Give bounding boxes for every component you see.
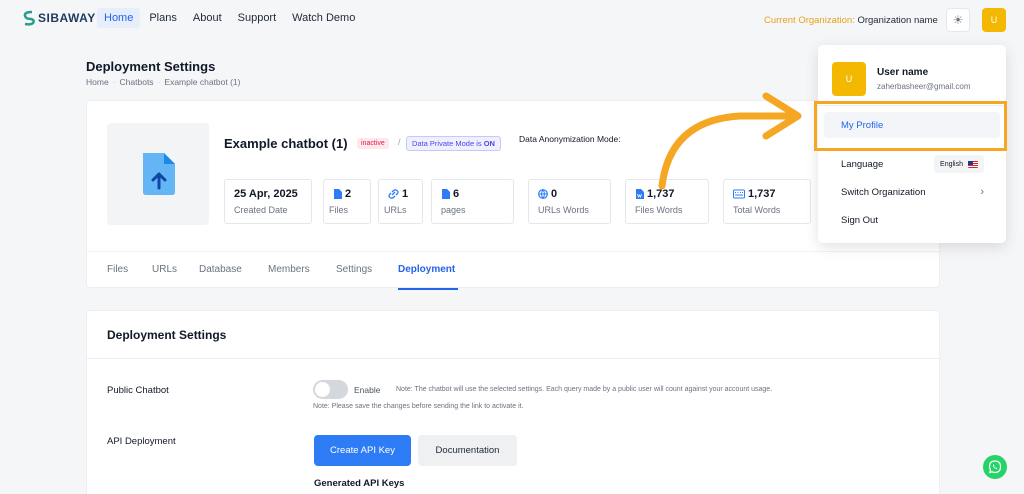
language-value: English — [940, 160, 963, 168]
breadcrumb-separator: · — [112, 77, 116, 87]
stat-value: 25 Apr, 2025 — [234, 188, 298, 200]
stat-caption: Total Words — [733, 205, 781, 215]
my-profile-highlight-box — [814, 101, 1007, 151]
main-nav: Home Plans About Support Watch Demo — [97, 8, 362, 28]
stat-files-words: 1,737 Files Words — [625, 179, 709, 224]
chatbot-name: Example chatbot (1) — [224, 136, 348, 151]
stat-caption: pages — [441, 205, 466, 215]
org-label: Current Organization: — [764, 15, 855, 26]
stat-value: 2 — [345, 188, 352, 200]
separator-slash: / — [398, 137, 401, 147]
deployment-settings-card: Deployment Settings Public Chatbot Enabl… — [86, 310, 941, 494]
menu-item-switch-organization[interactable]: Switch Organization › — [818, 179, 1006, 205]
documentation-button[interactable]: Documentation — [418, 435, 517, 466]
breadcrumb-home[interactable]: Home — [86, 77, 109, 87]
nav-watch-demo[interactable]: Watch Demo — [285, 8, 362, 28]
enable-label: Enable — [354, 385, 381, 395]
chatbot-thumbnail — [107, 123, 209, 225]
current-organization[interactable]: Current Organization: Organization name — [764, 15, 938, 26]
tab-urls[interactable]: URLs — [152, 264, 177, 275]
user-avatar-button[interactable]: U — [982, 8, 1006, 32]
link-icon — [388, 189, 399, 199]
menu-item-sign-out[interactable]: Sign Out — [818, 207, 1006, 233]
chevron-right-icon: › — [980, 186, 984, 198]
menu-item-language[interactable]: Language English — [818, 151, 1006, 177]
save-changes-note: Note: Please save the changes before sen… — [313, 403, 524, 410]
chatbot-overview-card: Example chatbot (1) inactive / Data Priv… — [86, 100, 941, 290]
stat-caption: Files Words — [635, 205, 683, 215]
stat-caption: Created Date — [234, 205, 288, 215]
page-title: Deployment Settings — [86, 59, 216, 74]
stat-value: 0 — [551, 188, 558, 200]
generated-api-keys-heading: Generated API Keys — [314, 478, 405, 489]
nav-home[interactable]: Home — [97, 8, 141, 28]
tab-deployment[interactable]: Deployment — [398, 264, 455, 275]
public-chatbot-label: Public Chatbot — [107, 385, 169, 396]
stat-caption: URLs Words — [538, 205, 589, 215]
file-upload-icon — [143, 153, 175, 195]
user-email: zaherbasheer@gmail.com — [877, 82, 971, 91]
theme-toggle-button[interactable]: ☀ — [946, 8, 970, 32]
deployment-section-title: Deployment Settings — [107, 328, 227, 342]
nav-about[interactable]: About — [186, 8, 229, 28]
menu-item-label: Sign Out — [841, 214, 878, 226]
tab-settings[interactable]: Settings — [336, 264, 372, 275]
nav-support[interactable]: Support — [231, 8, 284, 28]
file-icon — [334, 189, 342, 199]
private-mode-badge: Data Private Mode is ON — [406, 136, 501, 151]
whatsapp-icon — [988, 460, 1002, 474]
public-chatbot-note: Note: The chatbot will use the selected … — [396, 386, 773, 393]
breadcrumb: Home · Chatbots · Example chatbot (1) — [86, 77, 240, 87]
toggle-knob — [315, 382, 330, 397]
logo-text: SIBAWAY — [38, 11, 96, 25]
whatsapp-chat-button[interactable] — [983, 455, 1007, 479]
divider — [87, 358, 941, 359]
language-selector[interactable]: English — [934, 155, 984, 173]
org-name: Organization name — [857, 15, 938, 26]
stat-created-date: 25 Apr, 2025 Created Date — [224, 179, 312, 224]
globe-icon — [538, 189, 548, 199]
keyboard-icon — [733, 189, 745, 199]
stat-value: 6 — [453, 188, 460, 200]
breadcrumb-separator: · — [157, 77, 161, 87]
active-tab-indicator — [398, 288, 458, 290]
sun-icon: ☀ — [952, 13, 964, 27]
stat-urls: 1 URLs — [378, 179, 423, 224]
anonymization-mode-label: Data Anonymization Mode: — [519, 134, 621, 144]
logo-icon — [23, 10, 35, 26]
private-mode-text: Data Private Mode is — [412, 139, 482, 148]
public-chatbot-toggle[interactable] — [313, 380, 348, 399]
stat-urls-words: 0 URLs Words — [528, 179, 611, 224]
menu-item-label: Switch Organization — [841, 186, 926, 198]
breadcrumb-chatbots[interactable]: Chatbots — [120, 77, 154, 87]
create-api-key-button[interactable]: Create API Key — [314, 435, 411, 466]
chatbot-tabs: Files URLs Database Members Settings Dep… — [87, 251, 941, 290]
page-icon — [442, 189, 450, 199]
tab-files[interactable]: Files — [107, 264, 128, 275]
stat-caption: Files — [329, 205, 349, 215]
breadcrumb-current: Example chatbot (1) — [164, 77, 241, 87]
top-navbar: SIBAWAY Home Plans About Support Watch D… — [0, 0, 1024, 40]
us-flag-icon — [968, 160, 978, 168]
stat-value: 1,737 — [647, 188, 675, 200]
private-mode-value: ON — [483, 139, 495, 148]
dropdown-avatar: U — [832, 62, 866, 96]
tab-database[interactable]: Database — [199, 264, 242, 275]
stat-caption: URLs — [384, 205, 407, 215]
user-name: User name — [877, 67, 929, 78]
stat-pages: 6 pages — [431, 179, 514, 224]
stat-value: 1 — [402, 188, 409, 200]
api-deployment-label: API Deployment — [107, 436, 176, 447]
tab-members[interactable]: Members — [268, 264, 310, 275]
stat-files: 2 Files — [323, 179, 371, 224]
stat-total-words: 1,737 Total Words — [723, 179, 811, 224]
nav-plans[interactable]: Plans — [142, 8, 184, 28]
status-badge: inactive — [357, 138, 389, 149]
logo[interactable]: SIBAWAY — [22, 10, 96, 26]
word-file-icon — [636, 189, 644, 199]
menu-item-label: Language — [841, 158, 884, 170]
stat-value: 1,737 — [748, 188, 776, 200]
